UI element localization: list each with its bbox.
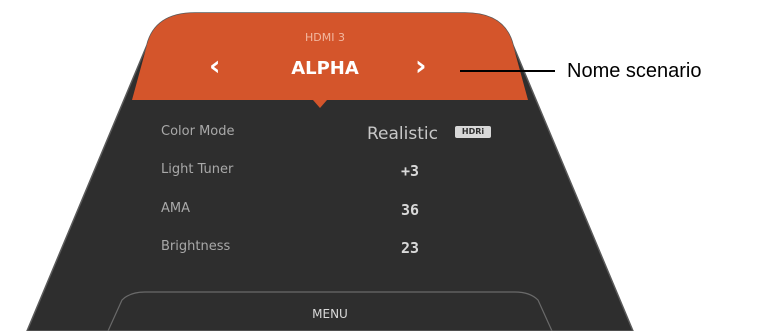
callout-label: Nome scenario — [567, 60, 702, 82]
hdr-badge: HDRi — [455, 126, 491, 138]
input-source-label: HDMI 3 — [305, 31, 345, 44]
setting-value-ama: 36 — [400, 201, 420, 219]
setting-label-color-mode: Color Mode — [161, 124, 235, 139]
setting-value-brightness: 23 — [400, 239, 420, 257]
setting-value-light-tuner: +3 — [400, 162, 420, 180]
setting-label-brightness: Brightness — [161, 239, 231, 254]
setting-label-light-tuner: Light Tuner — [161, 162, 234, 177]
prev-scenario-arrow-icon[interactable]: ‹ — [209, 52, 221, 80]
next-scenario-arrow-icon[interactable]: › — [415, 52, 427, 80]
scenario-name: ALPHA — [291, 58, 359, 79]
menu-tab-label[interactable]: MENU — [260, 307, 400, 321]
osd-header — [132, 13, 528, 100]
setting-value-color-mode: Realistic — [367, 124, 438, 144]
setting-label-ama: AMA — [161, 201, 191, 216]
